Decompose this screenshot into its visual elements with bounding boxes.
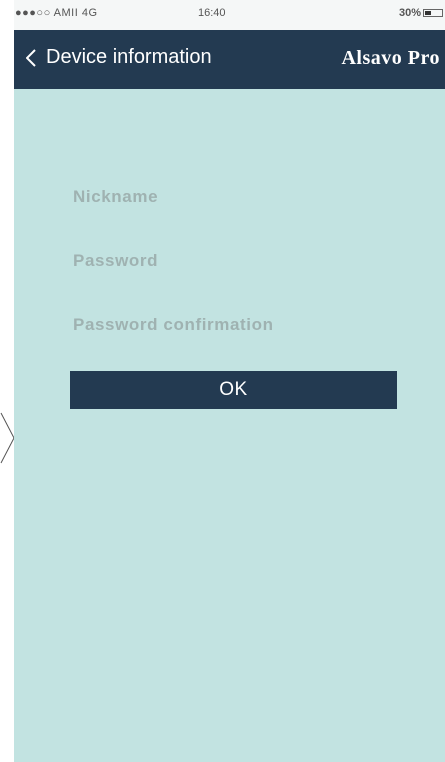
carrier-signal: ●●●○○ AMII 4G (15, 7, 98, 19)
battery-percent: 30% (398, 7, 421, 19)
status-time: 16:40 (198, 7, 226, 19)
back-button[interactable]: Device information (26, 46, 212, 69)
ok-button[interactable]: OK (70, 371, 397, 409)
phone-screen: ●●●○○ AMII 4G 16:40 30% Device informati… (14, 0, 445, 762)
password-confirmation-field[interactable] (70, 307, 396, 343)
chevron-left-icon[interactable] (26, 48, 36, 67)
brand-logo-text: Alsavo Pro (341, 47, 440, 69)
status-bar: ●●●○○ AMII 4G 16:40 30% (14, 0, 445, 30)
battery-icon (423, 9, 443, 17)
password-field[interactable] (70, 243, 396, 279)
battery-status: 30% (399, 7, 443, 19)
page-title: Device information (46, 46, 212, 68)
navigation-bar: Device information Alsavo Pro (14, 30, 445, 89)
nickname-field[interactable] (70, 179, 396, 215)
